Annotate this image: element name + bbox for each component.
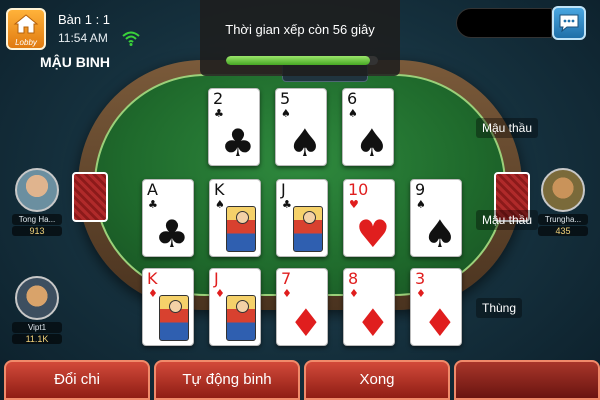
extra-button[interactable]: [454, 360, 600, 400]
lobby-label: Lobby: [15, 38, 37, 47]
card-rank: 5: [280, 89, 291, 108]
auto-arrange-button[interactable]: Tự động binh: [154, 360, 300, 400]
card-suit-small: ♣: [282, 198, 292, 211]
card-suit-large: ♦: [422, 301, 457, 345]
home-icon: [13, 14, 39, 34]
avatar: [15, 168, 59, 212]
card-suit-small: ♠: [215, 198, 225, 211]
timer-progress-fill: [226, 56, 371, 65]
card-rank: 2: [213, 89, 224, 108]
face-card-portrait: [293, 206, 323, 252]
face-card-portrait: [226, 295, 256, 341]
card-suit-large: ♠: [287, 121, 322, 165]
avatar: [541, 168, 585, 212]
card-rank: A: [147, 180, 158, 199]
player-seat-left-bottom[interactable]: Vipt1 11.1K: [12, 276, 62, 344]
card-bottom-4[interactable]: 8 ♦ ♦: [343, 268, 395, 346]
player-seat-right[interactable]: Trungha... 435: [538, 168, 588, 236]
chat-input-bar[interactable]: [456, 8, 552, 38]
hand-label-top: Mậu thầu: [476, 118, 539, 138]
card-rank: 7: [281, 269, 292, 288]
card-suit-small: ♦: [215, 287, 225, 300]
card-suit-small: ♣: [214, 107, 224, 120]
room-name: Bàn 1 : 1: [58, 12, 111, 27]
card-top-1[interactable]: 2 ♣ ♣: [208, 88, 260, 166]
card-bottom-1[interactable]: K ♦: [142, 268, 194, 346]
lobby-button[interactable]: Lobby: [6, 8, 46, 50]
wifi-icon: [122, 31, 140, 46]
card-rank: 6: [347, 89, 358, 108]
card-suit-small: ♦: [282, 287, 292, 300]
card-suit-small: ♣: [148, 198, 158, 211]
face-card-portrait: [226, 206, 256, 252]
card-rank: 9: [415, 180, 426, 199]
swap-hands-button[interactable]: Đổi chi: [4, 360, 150, 400]
card-suit-large: ♣: [154, 212, 189, 256]
card-rank: 8: [348, 269, 359, 288]
player-name: Trungha...: [538, 214, 588, 225]
player-chips: 11.1K: [12, 334, 62, 344]
card-suit-small: ♦: [349, 287, 359, 300]
card-suit-small: ♠: [348, 107, 358, 120]
hand-label-middle: Mậu thầu: [476, 210, 539, 230]
card-rank: J: [214, 269, 219, 288]
game-title: MẬU BINH: [40, 54, 110, 70]
card-suit-large: ♥: [355, 212, 390, 256]
card-suit-large: ♦: [355, 301, 390, 345]
card-suit-small: ♥: [349, 198, 359, 211]
card-suit-large: ♠: [354, 121, 389, 165]
chat-button[interactable]: [552, 6, 586, 40]
card-suit-small: ♦: [416, 287, 426, 300]
hand-label-bottom: Thùng: [476, 298, 523, 318]
card-bottom-5[interactable]: 3 ♦ ♦: [410, 268, 462, 346]
card-middle-3[interactable]: J ♣: [276, 179, 328, 257]
player-name: Tong Ha...: [12, 214, 62, 225]
card-middle-2[interactable]: K ♠: [209, 179, 261, 257]
player-chips: 435: [538, 226, 588, 236]
card-suit-large: ♣: [220, 121, 255, 165]
avatar: [15, 276, 59, 320]
timer-progress-bar: [226, 56, 378, 65]
card-rank: 3: [415, 269, 426, 288]
card-bottom-3[interactable]: 7 ♦ ♦: [276, 268, 328, 346]
card-suit-small: ♠: [281, 107, 291, 120]
card-rank: K: [147, 269, 158, 288]
card-middle-4[interactable]: 10 ♥ ♥: [343, 179, 395, 257]
player-chips: 913: [12, 226, 62, 236]
card-middle-1[interactable]: A ♣ ♣: [142, 179, 194, 257]
timer-text: Thời gian xếp còn 56 giây: [225, 22, 375, 37]
player-name: Vipt1: [12, 322, 62, 333]
player-seat-left-top[interactable]: Tong Ha... 913: [12, 168, 62, 236]
card-suit-large: ♠: [422, 212, 457, 256]
card-middle-5[interactable]: 9 ♠ ♠: [410, 179, 462, 257]
timer-panel: Thời gian xếp còn 56 giây: [200, 0, 400, 76]
card-bottom-2[interactable]: J ♦: [209, 268, 261, 346]
face-card-portrait: [159, 295, 189, 341]
card-rank: J: [281, 180, 286, 199]
card-suit-small: ♦: [148, 287, 158, 300]
clock: 11:54 AM: [58, 31, 108, 45]
card-top-2[interactable]: 5 ♠ ♠: [275, 88, 327, 166]
opponent-card-back: [72, 172, 108, 222]
card-top-3[interactable]: 6 ♠ ♠: [342, 88, 394, 166]
card-suit-large: ♦: [288, 301, 323, 345]
card-suit-small: ♠: [416, 198, 426, 211]
card-rank: 10: [348, 180, 369, 199]
chat-bubble-icon: [559, 14, 579, 33]
done-button[interactable]: Xong: [304, 360, 450, 400]
card-rank: K: [214, 180, 225, 199]
